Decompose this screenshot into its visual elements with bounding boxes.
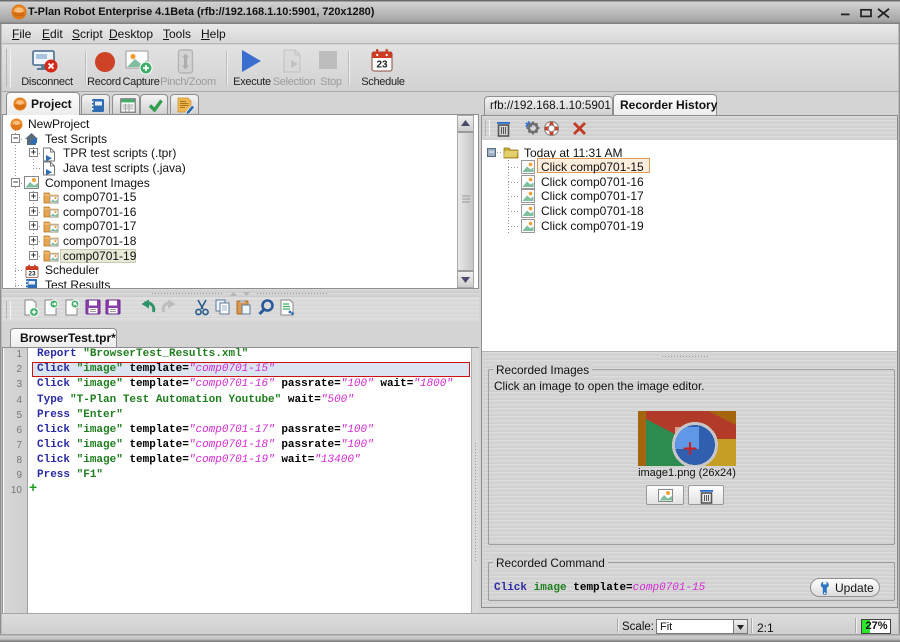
svg-text:23: 23 bbox=[376, 60, 388, 71]
